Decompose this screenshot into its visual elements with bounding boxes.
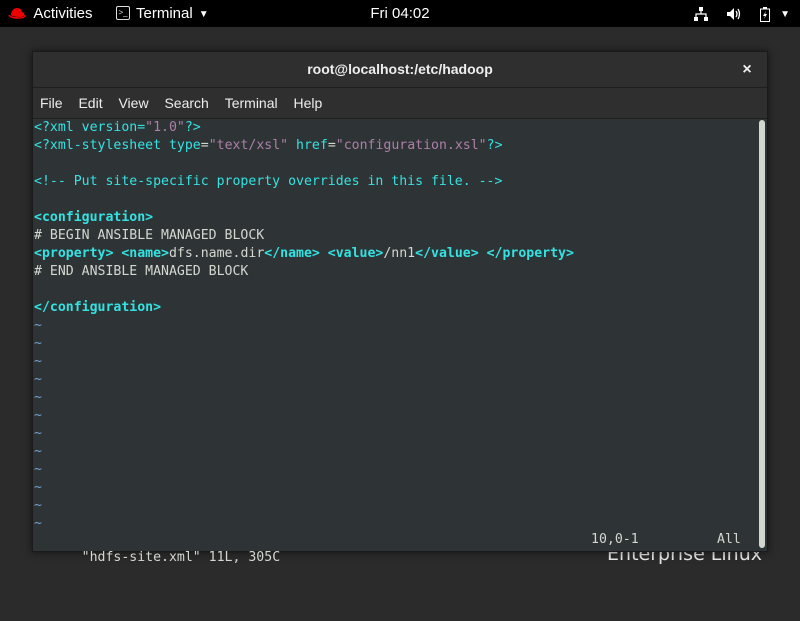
empty-line-tilde: ~	[34, 444, 42, 459]
menu-search[interactable]: Search	[158, 88, 214, 118]
empty-line-tilde: ~	[34, 354, 42, 369]
editor-line: # BEGIN ANSIBLE MANAGED BLOCK	[34, 228, 265, 243]
clock[interactable]: Fri 04:02	[370, 5, 429, 22]
empty-line-tilde: ~	[34, 390, 42, 405]
editor-line: <property> <name>dfs.name.dir</name> <va…	[34, 246, 574, 261]
scrollbar[interactable]	[759, 120, 765, 548]
status-scroll-percent: All	[717, 532, 741, 547]
status-cursor-position: 10,0-1	[591, 532, 639, 547]
editor-line: <configuration>	[34, 210, 154, 225]
menu-edit[interactable]: Edit	[72, 88, 108, 118]
empty-line-tilde: ~	[34, 318, 42, 333]
empty-line-tilde: ~	[34, 498, 42, 513]
status-file-info: "hdfs-site.xml" 11L, 305C	[81, 550, 281, 565]
close-button[interactable]: ×	[737, 52, 757, 87]
terminal-icon: >_	[116, 5, 130, 20]
menu-view[interactable]: View	[112, 88, 154, 118]
app-menu-label: Terminal	[136, 5, 193, 22]
editor-line: # END ANSIBLE MANAGED BLOCK	[34, 264, 249, 279]
network-icon	[693, 7, 708, 22]
window-title: root@localhost:/etc/hadoop	[307, 61, 493, 77]
menu-terminal[interactable]: Terminal	[219, 88, 284, 118]
chevron-down-icon: ▼	[198, 8, 209, 20]
activities-label: Activities	[33, 5, 93, 22]
app-menu-terminal[interactable]: >_ Terminal ▼	[116, 0, 209, 27]
editor-line: </configuration>	[34, 300, 162, 315]
empty-line-tilde: ~	[34, 480, 42, 495]
empty-line-tilde: ~	[34, 426, 42, 441]
empty-line-tilde: ~	[34, 462, 42, 477]
terminal-window[interactable]: root@localhost:/etc/hadoop × File Edit V…	[32, 51, 768, 565]
empty-line-tilde: ~	[34, 372, 42, 387]
editor-line: <?xml version="1.0"?>	[34, 120, 201, 135]
battery-icon	[759, 6, 770, 22]
chevron-down-icon: ▼	[780, 8, 790, 20]
editor-line: <?xml-stylesheet type="text/xsl" href="c…	[34, 138, 503, 153]
terminal-content[interactable]: <?xml version="1.0"?> <?xml-stylesheet t…	[33, 119, 756, 565]
top-bar: Activities >_ Terminal ▼ Fri 04:02 ▼	[0, 0, 800, 27]
vim-status-line: "hdfs-site.xml" 11L, 305C 10,0-1 All	[33, 531, 756, 565]
scrollbar-thumb[interactable]	[759, 120, 765, 548]
window-titlebar[interactable]: root@localhost:/etc/hadoop ×	[33, 52, 767, 88]
empty-line-tilde: ~	[34, 336, 42, 351]
menu-help[interactable]: Help	[288, 88, 329, 118]
menu-bar: File Edit View Search Terminal Help	[33, 88, 767, 119]
menu-file[interactable]: File	[34, 88, 69, 118]
editor-line: <!-- Put site-specific property override…	[34, 174, 503, 189]
redhat-logo-icon	[8, 8, 26, 19]
volume-icon	[726, 8, 740, 21]
empty-line-tilde: ~	[34, 408, 42, 423]
system-tray[interactable]: ▼	[680, 0, 790, 27]
activities-button[interactable]: Activities	[8, 0, 93, 27]
